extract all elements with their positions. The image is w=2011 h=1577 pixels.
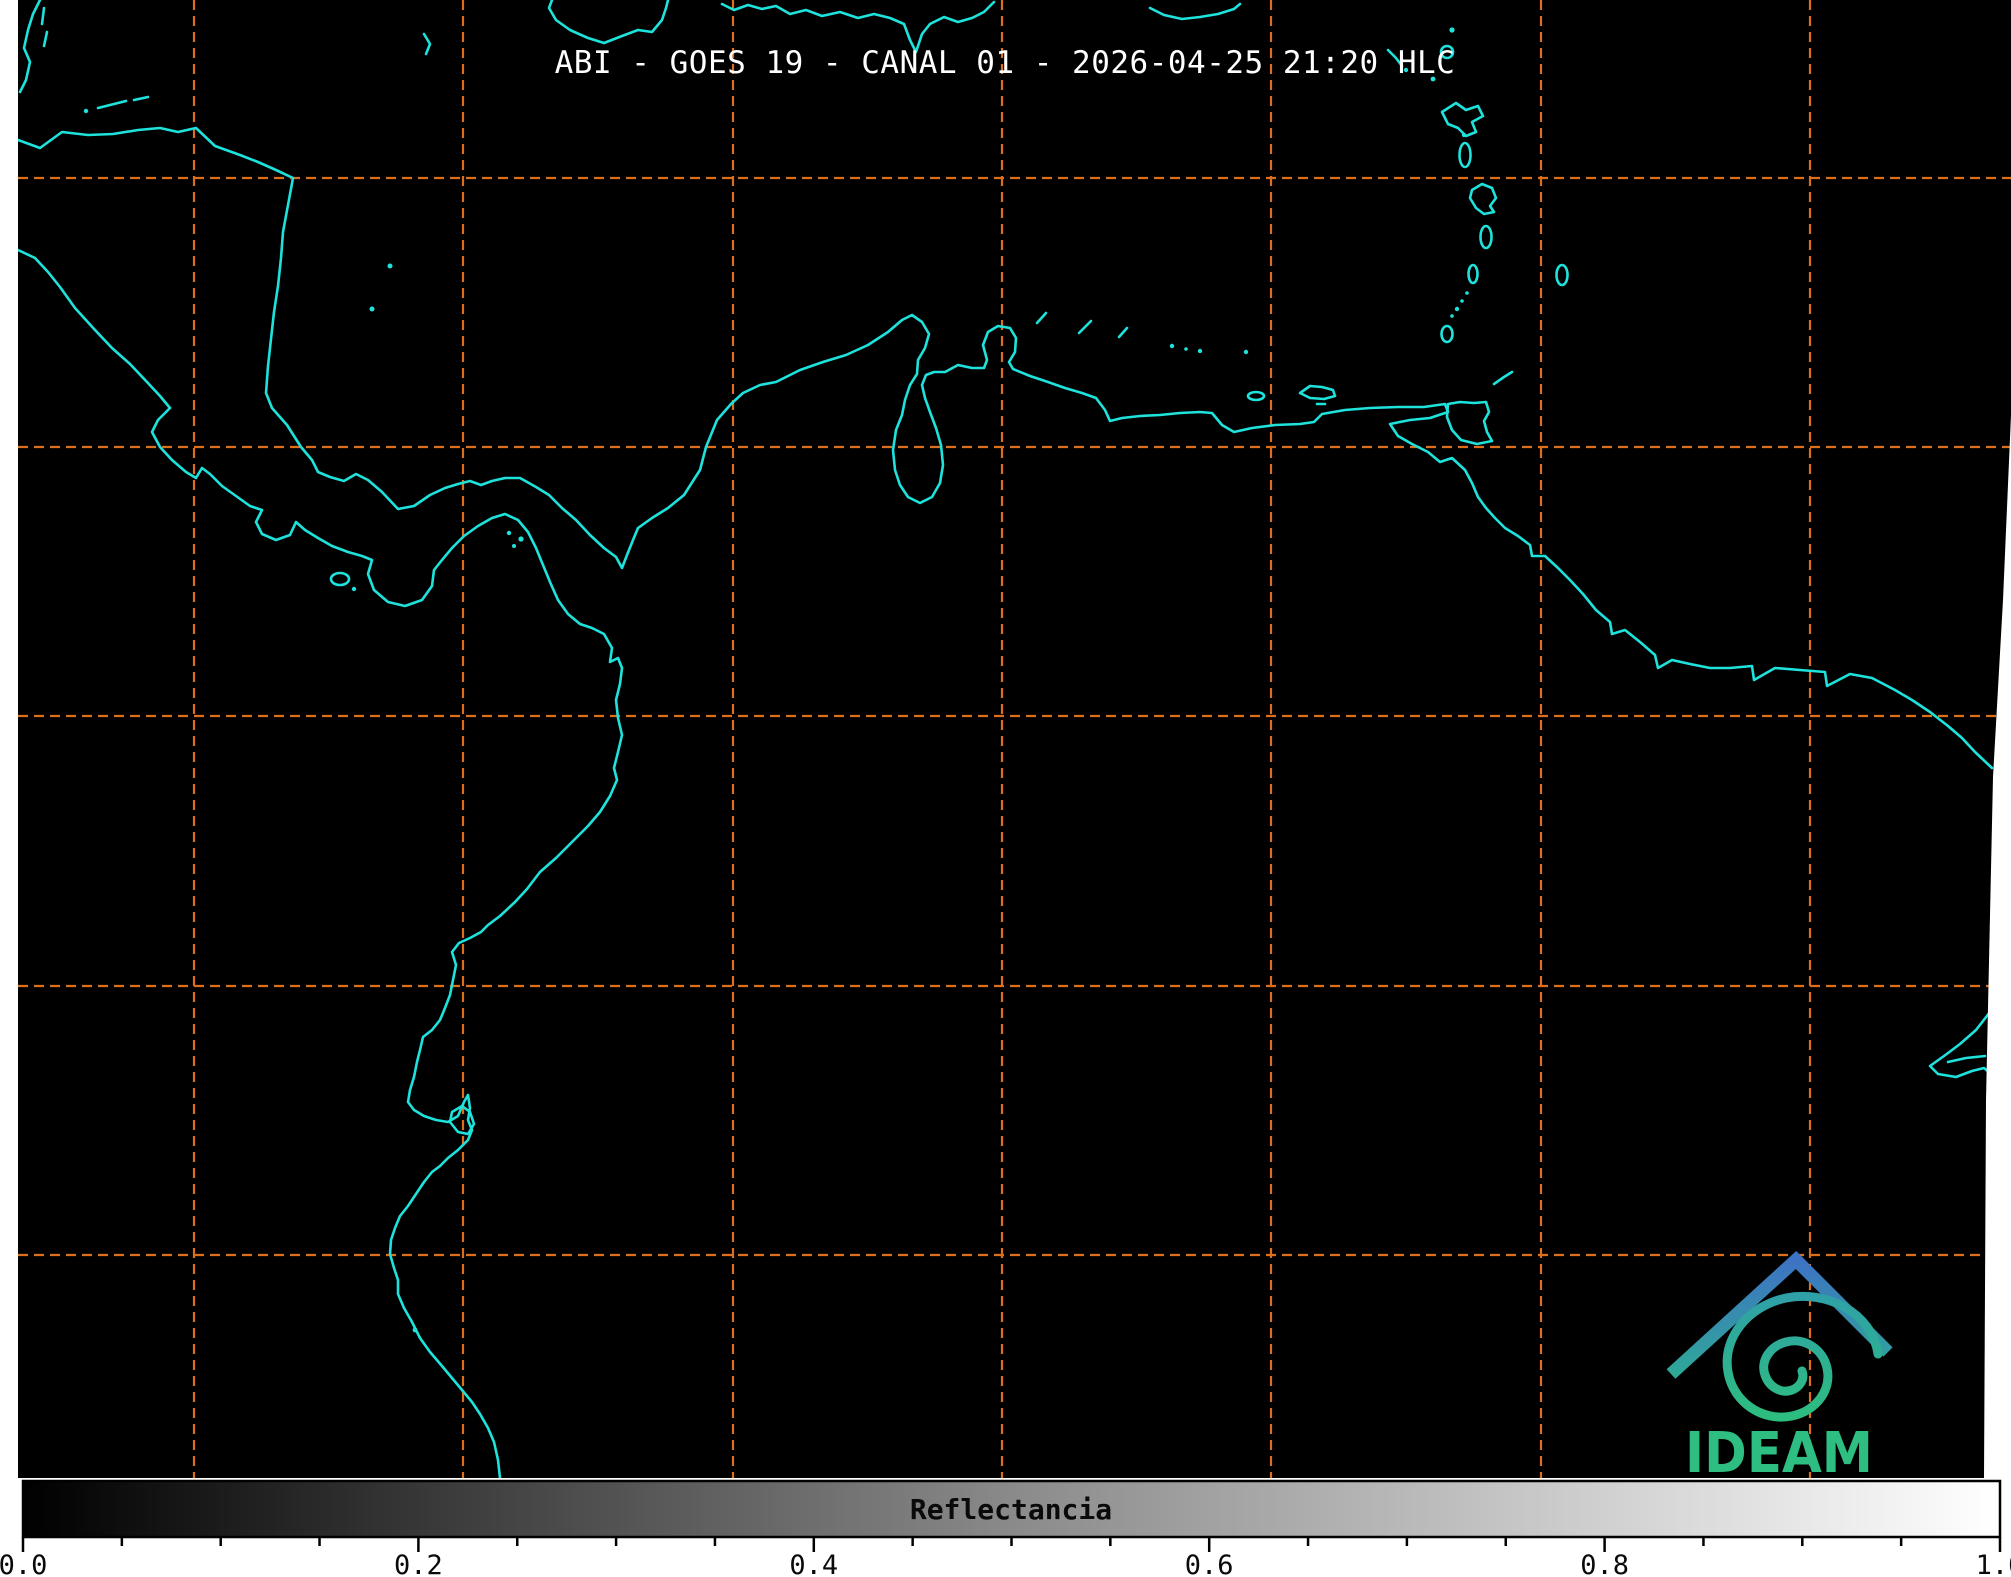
colorbar-tick-label: 0.4 xyxy=(789,1550,838,1577)
satellite-image-figure: ABI - GOES 19 - CANAL 01 - 2026-04-25 21… xyxy=(0,0,2011,1577)
colorbar-label: Reflectancia xyxy=(910,1493,1112,1526)
map-canvas: ABI - GOES 19 - CANAL 01 - 2026-04-25 21… xyxy=(0,0,2011,1577)
colorbar-tick-label: 0.8 xyxy=(1580,1550,1629,1577)
colorbar: 0.0 0.2 0.4 0.6 0.8 1.0 Reflectancia xyxy=(0,1481,2011,1577)
ideam-logo-text: IDEAM xyxy=(1685,1421,1873,1486)
colorbar-tick-labels: 0.0 0.2 0.4 0.6 0.8 1.0 xyxy=(0,1550,2011,1577)
colorbar-tick-label: 0.6 xyxy=(1185,1550,1234,1577)
colorbar-ticks xyxy=(23,1537,2000,1552)
image-title: ABI - GOES 19 - CANAL 01 - 2026-04-25 21… xyxy=(555,45,1456,81)
colorbar-tick-label: 0.0 xyxy=(0,1550,47,1577)
colorbar-tick-label: 1.0 xyxy=(1976,1550,2011,1577)
colorbar-tick-label: 0.2 xyxy=(394,1550,443,1577)
satellite-raster xyxy=(18,0,2011,1478)
